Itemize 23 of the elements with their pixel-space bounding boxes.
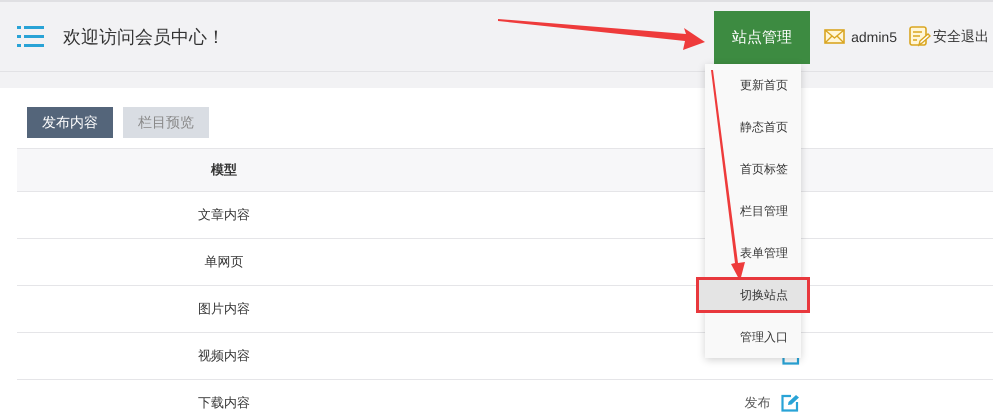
table-cell-text: 下载内容 (197, 394, 251, 412)
table-cell-text: 文章内容 (197, 206, 251, 224)
menu-item[interactable]: 栏目管理 (705, 190, 801, 232)
edit-icon[interactable] (780, 394, 800, 412)
welcome-title: 欢迎访问会员中心！ (63, 26, 225, 48)
menu-item[interactable]: 表单管理 (705, 232, 801, 274)
menu-item[interactable]: 更新首页 (705, 64, 801, 106)
table-cell-text: 单网页 (204, 253, 244, 271)
note-pen-icon[interactable] (909, 26, 931, 47)
column-header: 模型 (210, 161, 238, 179)
table-cell-text: 图片内容 (197, 300, 251, 318)
tab[interactable]: 发布内容 (27, 107, 113, 138)
menu-item[interactable]: 切换站点 (698, 279, 808, 311)
menu-item[interactable]: 首页标签 (705, 148, 801, 190)
logout-link[interactable]: 安全退出 (933, 28, 989, 46)
table-cell-text: 视频内容 (197, 347, 251, 365)
menu-icon[interactable] (17, 26, 44, 48)
mail-icon (824, 29, 846, 44)
menu-item[interactable]: 静态首页 (705, 106, 801, 148)
username-link[interactable]: admin5 (851, 28, 897, 44)
menu-item[interactable]: 管理入口 (705, 316, 801, 358)
publish-link[interactable]: 发布 (744, 394, 770, 412)
site-management-button[interactable]: 站点管理 (714, 11, 810, 64)
